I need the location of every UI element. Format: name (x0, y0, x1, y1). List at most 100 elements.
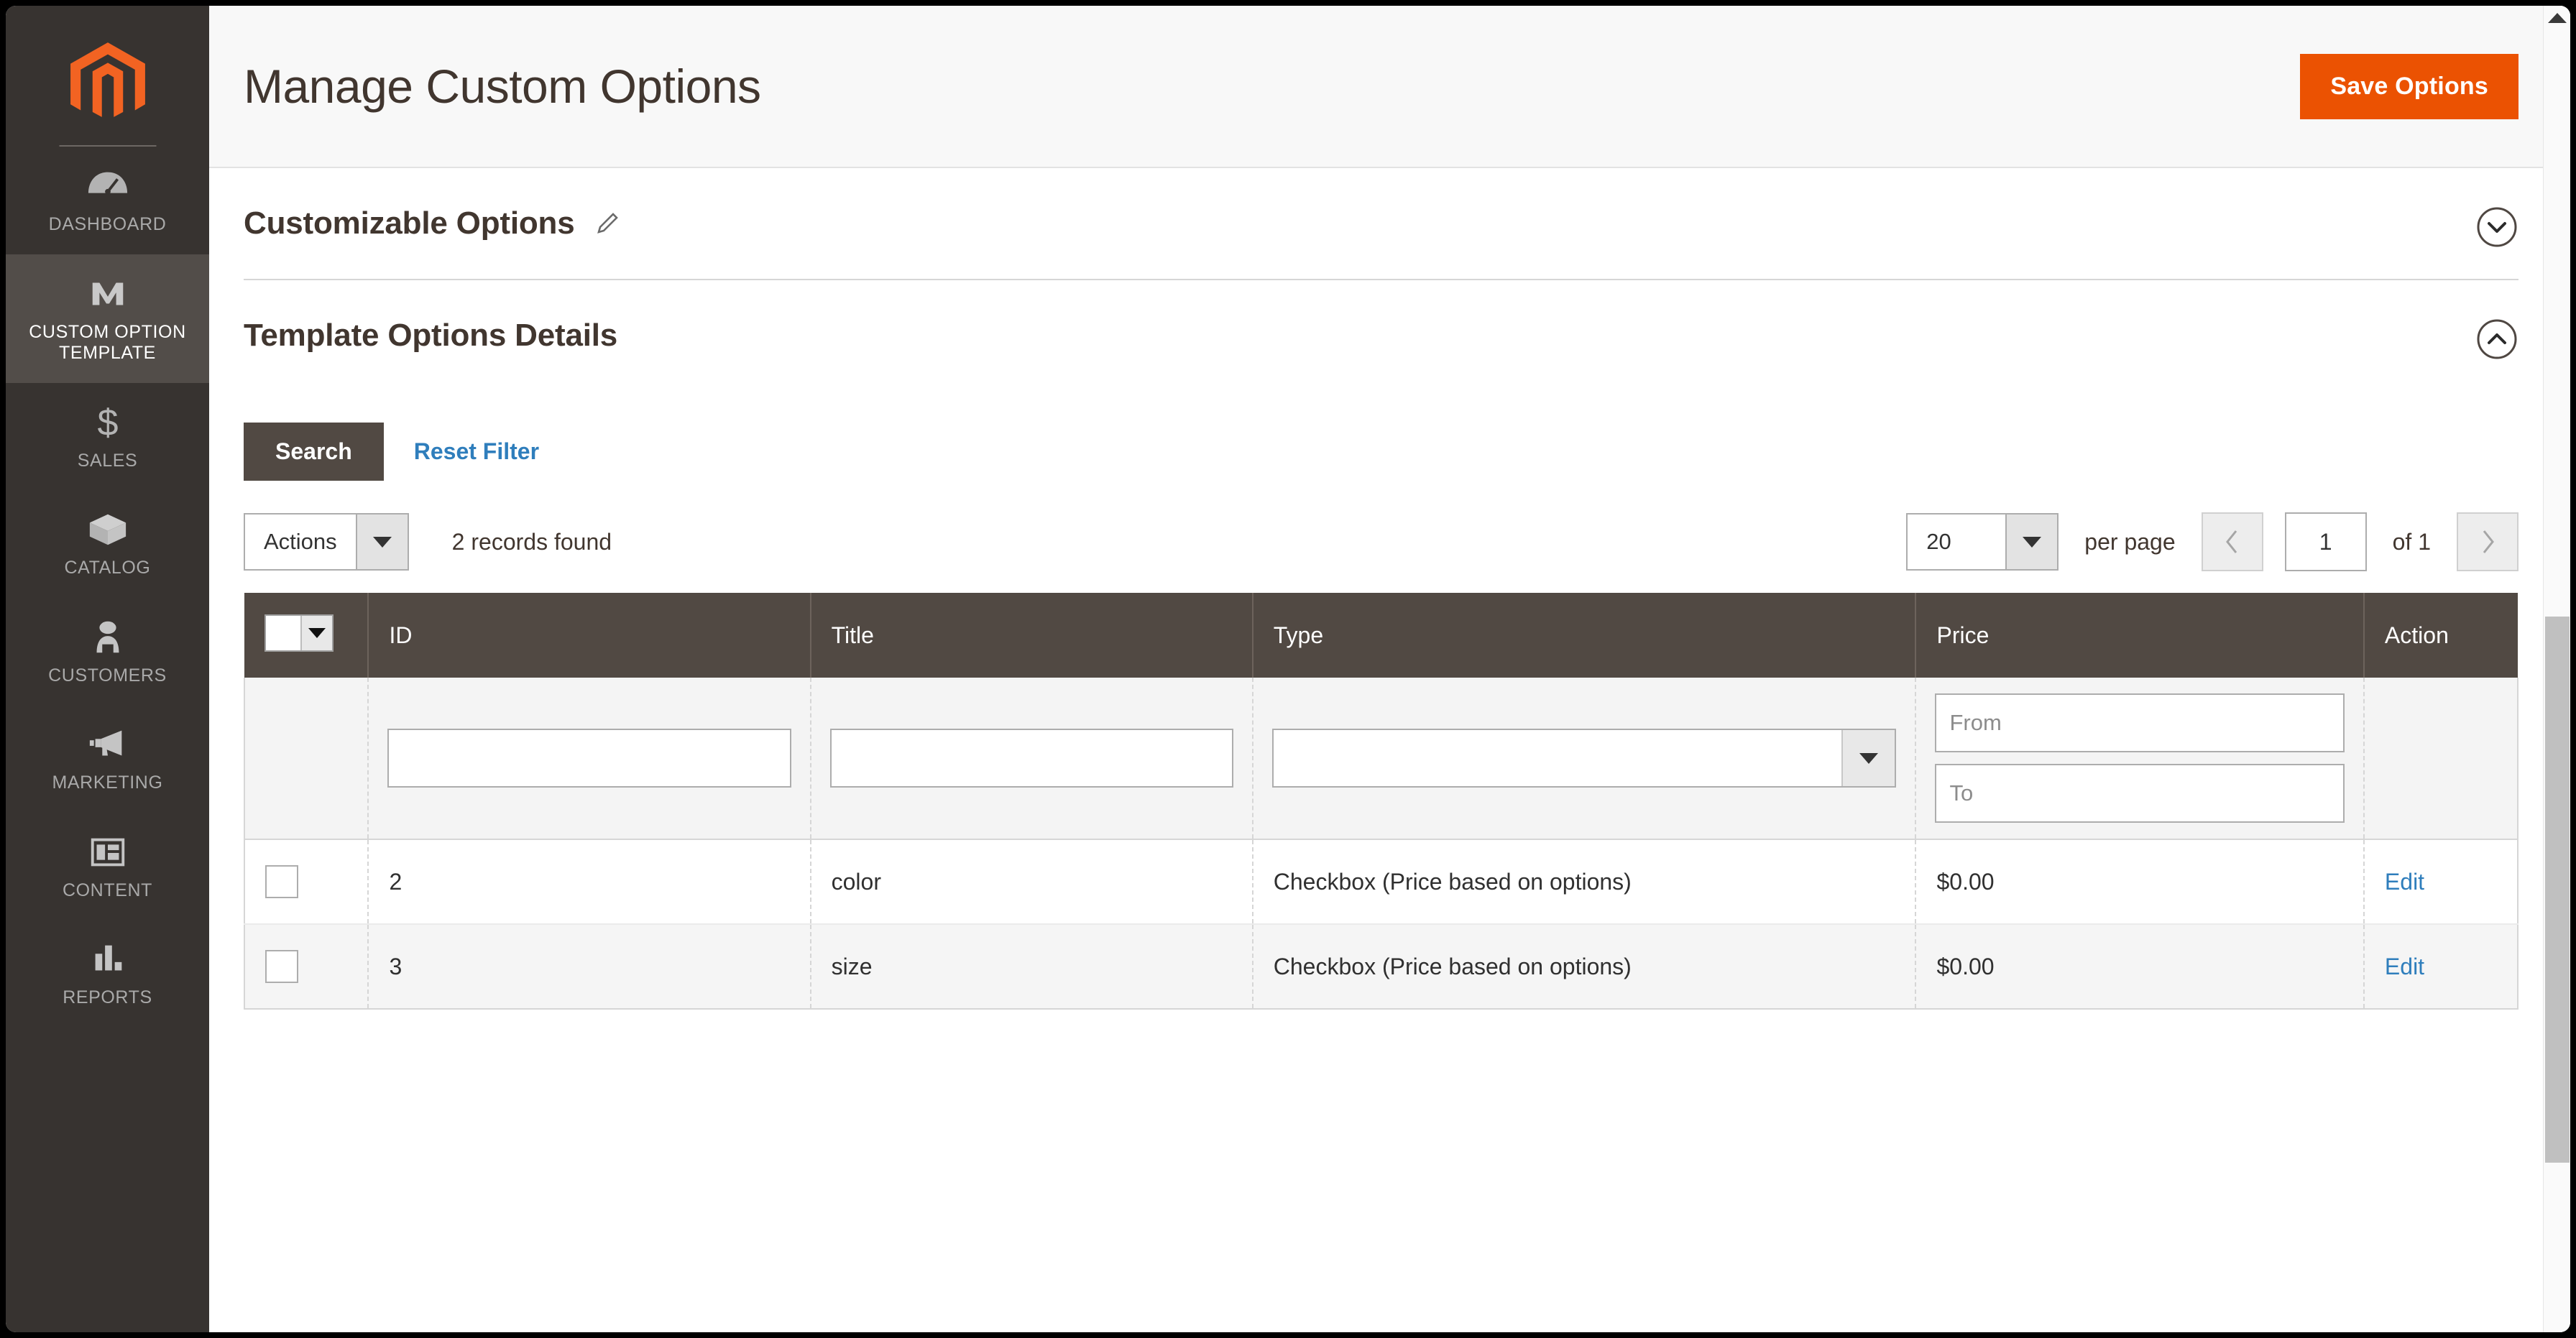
sidebar-item-label: CUSTOMERS (48, 665, 167, 686)
select-all-arrow[interactable] (300, 616, 332, 650)
previous-page-button[interactable] (2201, 512, 2263, 571)
sidebar-item-label: DASHBOARD (48, 214, 167, 234)
admin-sidebar: DASHBOARD CUSTOM OPTION TEMPLATE $ SALES… (6, 6, 209, 1332)
filter-type-value (1274, 730, 1842, 786)
filter-price-from-input[interactable] (1935, 693, 2345, 752)
collapse-toggle-template-options-details[interactable] (2475, 318, 2518, 361)
caret-down-icon (1859, 752, 1879, 764)
sidebar-item-dashboard[interactable]: DASHBOARD (6, 147, 209, 254)
per-page-select-value: 20 (1926, 529, 1951, 554)
row-id: 2 (368, 839, 811, 925)
sidebar-item-label: CUSTOM OPTION TEMPLATE (29, 321, 186, 364)
column-header-select-all[interactable] (244, 593, 369, 678)
sidebar-item-sales[interactable]: $ SALES (6, 383, 209, 491)
browser-viewport: DASHBOARD CUSTOM OPTION TEMPLATE $ SALES… (6, 6, 2570, 1332)
table-filter-row (243, 678, 2519, 840)
reports-icon (95, 945, 121, 971)
row-id: 3 (368, 924, 811, 1010)
row-checkbox[interactable] (265, 950, 298, 983)
grid-toolbar-left: Actions 2 records found (244, 513, 612, 571)
column-header-title[interactable]: Title (810, 593, 1254, 678)
filter-id-input[interactable] (387, 729, 791, 788)
select-all-checkbox[interactable] (266, 616, 300, 650)
section-customizable-options: Customizable Options (244, 168, 2518, 280)
filter-price-to-input[interactable] (1935, 764, 2345, 823)
row-type: Checkbox (Price based on options) (1252, 924, 1917, 1010)
grid-toolbar: Actions 2 records found 20 per page 1 of… (244, 481, 2518, 593)
filter-cell-title (810, 678, 1254, 840)
edit-link[interactable]: Edit (2385, 869, 2424, 895)
filter-cell-id (368, 678, 811, 840)
filter-type-arrow (1841, 730, 1895, 786)
reset-filter-link[interactable]: Reset Filter (414, 438, 539, 465)
custom-options-table: ID Title Type Price Action From To 2 col… (243, 593, 2519, 1010)
column-header-id[interactable]: ID (368, 593, 811, 678)
filter-cell-type (1252, 678, 1917, 840)
sidebar-item-catalog[interactable]: CATALOG (6, 490, 209, 598)
sidebar-item-custom-option-template[interactable]: CUSTOM OPTION TEMPLATE (6, 254, 209, 383)
filter-type-select[interactable] (1271, 729, 1897, 788)
filter-cell-price (1915, 678, 2365, 840)
sidebar-item-label: CONTENT (62, 880, 153, 900)
chevron-down-circle-icon (2477, 207, 2517, 247)
per-page-select[interactable]: 20 (1906, 513, 2059, 571)
save-options-button[interactable]: Save Options (2300, 53, 2518, 119)
scrollbar-thumb[interactable] (2545, 617, 2570, 1163)
column-header-type[interactable]: Type (1252, 593, 1917, 678)
chevron-left-icon (2225, 530, 2237, 553)
sidebar-item-marketing[interactable]: MARKETING (6, 705, 209, 813)
page-number-input[interactable] (2284, 512, 2367, 571)
custom-option-template-icon (92, 282, 123, 305)
logo-container (6, 24, 209, 147)
chevron-up-circle-icon (2477, 319, 2517, 359)
sidebar-item-customers[interactable]: CUSTOMERS (6, 598, 209, 706)
caret-down-icon (308, 628, 326, 638)
row-price: $0.00 (1915, 839, 2365, 925)
row-select-cell (243, 839, 369, 925)
marketing-icon (89, 730, 121, 756)
actions-select-value: Actions (264, 529, 337, 554)
table-header-row: ID Title Type Price Action (244, 593, 2518, 678)
column-header-price[interactable]: Price (1915, 593, 2365, 678)
filter-title-input[interactable] (829, 729, 1233, 788)
main-content: Manage Custom Options Save Options Custo… (209, 6, 2570, 1332)
select-all-dropdown[interactable] (264, 614, 334, 652)
sidebar-item-content[interactable]: CONTENT (6, 813, 209, 921)
magento-logo[interactable] (65, 37, 150, 122)
scroll-up-arrow-icon[interactable] (2547, 13, 2567, 23)
content-icon (91, 838, 124, 866)
edit-link[interactable]: Edit (2385, 954, 2424, 979)
row-select-cell (243, 924, 369, 1010)
column-header-action: Action (2363, 593, 2518, 678)
row-checkbox[interactable] (265, 865, 298, 898)
dashboard-icon (88, 172, 127, 195)
section-customizable-options-header[interactable]: Customizable Options (244, 168, 2518, 280)
caret-down-icon (372, 536, 392, 548)
row-type: Checkbox (Price based on options) (1252, 839, 1917, 925)
collapse-toggle-customizable-options[interactable] (2475, 206, 2518, 249)
section-template-options-details-header[interactable]: Template Options Details (244, 280, 2518, 391)
section-title: Customizable Options (244, 206, 575, 241)
table-body: 2 color Checkbox (Price based on options… (243, 678, 2519, 1010)
actions-select[interactable]: Actions (244, 513, 409, 571)
vertical-scrollbar[interactable] (2543, 6, 2570, 1332)
pencil-icon[interactable] (593, 209, 622, 238)
filter-cell-select (243, 678, 369, 840)
row-action: Edit (2363, 924, 2519, 1010)
per-page-label: per page (2084, 528, 2176, 555)
table-row[interactable]: 2 color Checkbox (Price based on options… (243, 839, 2519, 925)
row-title: color (810, 839, 1254, 925)
per-page-select-arrow (2005, 515, 2058, 569)
row-action: Edit (2363, 839, 2519, 925)
sidebar-item-label: REPORTS (63, 987, 152, 1007)
caret-down-icon (2023, 536, 2042, 548)
next-page-button[interactable] (2457, 512, 2518, 571)
content-area: Customizable Options Template Options De… (209, 168, 2570, 1010)
page-title: Manage Custom Options (244, 60, 761, 113)
search-button[interactable]: Search (244, 423, 384, 481)
svg-text:$: $ (97, 402, 118, 443)
sidebar-item-label: MARKETING (52, 772, 163, 793)
sidebar-item-reports[interactable]: REPORTS (6, 920, 209, 1028)
table-header: ID Title Type Price Action (244, 593, 2518, 678)
table-row[interactable]: 3 size Checkbox (Price based on options)… (243, 924, 2519, 1010)
